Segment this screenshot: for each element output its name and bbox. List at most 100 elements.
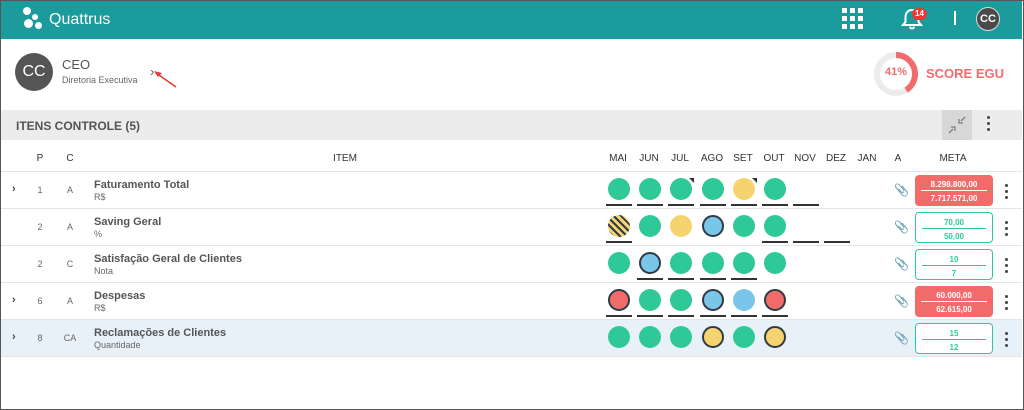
status-dot[interactable] <box>702 215 724 237</box>
profile-department: Diretoria Executiva <box>62 75 138 85</box>
status-dot[interactable] <box>639 289 661 311</box>
section-title: ITENS CONTROLE (5) <box>16 119 141 133</box>
expand-row-icon[interactable]: › <box>12 331 16 343</box>
status-dot[interactable] <box>702 252 724 274</box>
item-name[interactable]: Saving Geral <box>94 216 161 228</box>
meta-actual: 12 <box>949 343 959 352</box>
row-more-icon[interactable] <box>1005 258 1009 276</box>
status-dot[interactable] <box>764 289 786 311</box>
status-underline <box>700 315 726 317</box>
status-underline <box>793 204 819 206</box>
status-dot[interactable] <box>639 252 661 274</box>
status-dot[interactable] <box>764 252 786 274</box>
status-underline <box>606 241 632 243</box>
score-label: SCORE EGU <box>926 66 1005 81</box>
expand-row-icon[interactable]: › <box>12 183 16 195</box>
status-dot[interactable] <box>670 289 692 311</box>
table-row[interactable]: › 8 CA Reclamações de Clientes Quantidade 📎 15… <box>1 320 1022 357</box>
status-dot[interactable] <box>764 178 786 200</box>
table-row[interactable]: › 1 A Faturamento Total R$ 📎 8.298.800,00 7.717… <box>1 172 1022 209</box>
item-name[interactable]: Reclamações de Clientes <box>94 327 226 339</box>
row-more-icon[interactable] <box>1005 332 1009 350</box>
status-dot[interactable] <box>702 178 724 200</box>
row-more-icon[interactable] <box>1005 295 1009 313</box>
user-avatar[interactable]: CC <box>976 7 1000 31</box>
meta-badge[interactable]: 60.000,00 62.615,00 <box>915 286 993 317</box>
status-underline <box>762 241 788 243</box>
row-more-icon[interactable] <box>1005 184 1009 202</box>
item-unit: R$ <box>94 303 106 313</box>
attachment-clip-icon[interactable]: 📎 <box>894 331 909 345</box>
score-percent: 41% <box>884 66 908 78</box>
status-dot[interactable] <box>639 326 661 348</box>
item-name[interactable]: Satisfação Geral de Clientes <box>94 253 242 265</box>
quattrus-logo-icon[interactable] <box>23 7 43 31</box>
status-dot[interactable] <box>733 215 755 237</box>
meta-actual: 50,00 <box>943 232 965 241</box>
profile-avatar: CC <box>15 53 53 91</box>
row-category: A <box>66 222 73 232</box>
meta-badge[interactable]: 8.298.800,00 7.717.571,00 <box>915 175 993 206</box>
header-item: ITEM <box>333 153 357 164</box>
row-category: A <box>66 296 73 306</box>
attachment-clip-icon[interactable]: 📎 <box>894 294 909 308</box>
section-more-icon[interactable] <box>987 116 991 134</box>
status-dot[interactable] <box>670 326 692 348</box>
status-dot[interactable] <box>639 178 661 200</box>
apps-grid-icon[interactable] <box>842 8 863 29</box>
status-dot[interactable] <box>733 326 755 348</box>
header-month: NOV <box>794 153 816 164</box>
status-dot[interactable] <box>670 215 692 237</box>
section-bar: ITENS CONTROLE (5) <box>1 110 1022 140</box>
top-bar: Quattrus <box>1 1 1022 39</box>
status-dot[interactable] <box>670 252 692 274</box>
attachment-clip-icon[interactable]: 📎 <box>894 183 909 197</box>
status-dot[interactable] <box>733 252 755 274</box>
row-more-icon[interactable] <box>1005 221 1009 239</box>
expand-row-icon[interactable]: › <box>12 294 16 306</box>
status-dot[interactable] <box>608 252 630 274</box>
item-name[interactable]: Faturamento Total <box>94 179 189 191</box>
status-dot[interactable] <box>639 215 661 237</box>
comment-corner-icon <box>752 178 757 183</box>
header-month: DEZ <box>826 153 846 164</box>
table-row[interactable]: 2 A Saving Geral% 📎 70,00 50,00 <box>1 209 1022 246</box>
status-dot[interactable] <box>608 289 630 311</box>
header-month: MAI <box>609 153 627 164</box>
status-underline <box>700 278 726 280</box>
status-dot[interactable] <box>608 215 630 237</box>
header-a: A <box>894 153 902 164</box>
status-dot[interactable] <box>733 289 755 311</box>
header-month: JUN <box>639 153 659 164</box>
status-dot[interactable] <box>764 326 786 348</box>
attachment-clip-icon[interactable]: 📎 <box>894 257 909 271</box>
item-name[interactable]: Despesas <box>94 290 145 302</box>
notification-badge: 14 <box>912 8 927 20</box>
status-dot[interactable] <box>702 326 724 348</box>
attachment-clip-icon[interactable]: 📎 <box>894 220 909 234</box>
status-dot[interactable] <box>702 289 724 311</box>
meta-target: 60.000,00 <box>936 291 972 300</box>
status-underline <box>637 278 663 280</box>
status-underline <box>700 204 726 206</box>
item-unit: % <box>94 229 103 239</box>
meta-badge[interactable]: 15 12 <box>915 323 993 354</box>
meta-actual: 62.615,00 <box>936 305 972 314</box>
table-row[interactable]: 2 C Satisfação Geral de Clientes Nota 📎 10 7 <box>1 246 1022 283</box>
table-row[interactable]: › 6 A Despesas R$ 📎 60.000,00 62.615,00 <box>1 283 1022 320</box>
status-dot[interactable] <box>608 178 630 200</box>
collapse-arrows-icon <box>948 116 966 134</box>
status-dot[interactable] <box>764 215 786 237</box>
meta-target: 8.298.800,00 <box>930 180 978 189</box>
collapse-button[interactable] <box>942 110 972 140</box>
meta-badge[interactable]: 10 7 <box>915 249 993 280</box>
status-underline <box>793 241 819 243</box>
header-month: JAN <box>857 153 877 164</box>
meta-target: 70,00 <box>943 218 965 227</box>
header-month: OUT <box>763 153 785 164</box>
item-unit: R$ <box>94 192 106 202</box>
meta-target: 10 <box>949 255 959 264</box>
meta-badge[interactable]: 70,00 50,00 <box>915 212 993 243</box>
status-dot[interactable] <box>608 326 630 348</box>
comment-corner-icon <box>689 178 694 183</box>
